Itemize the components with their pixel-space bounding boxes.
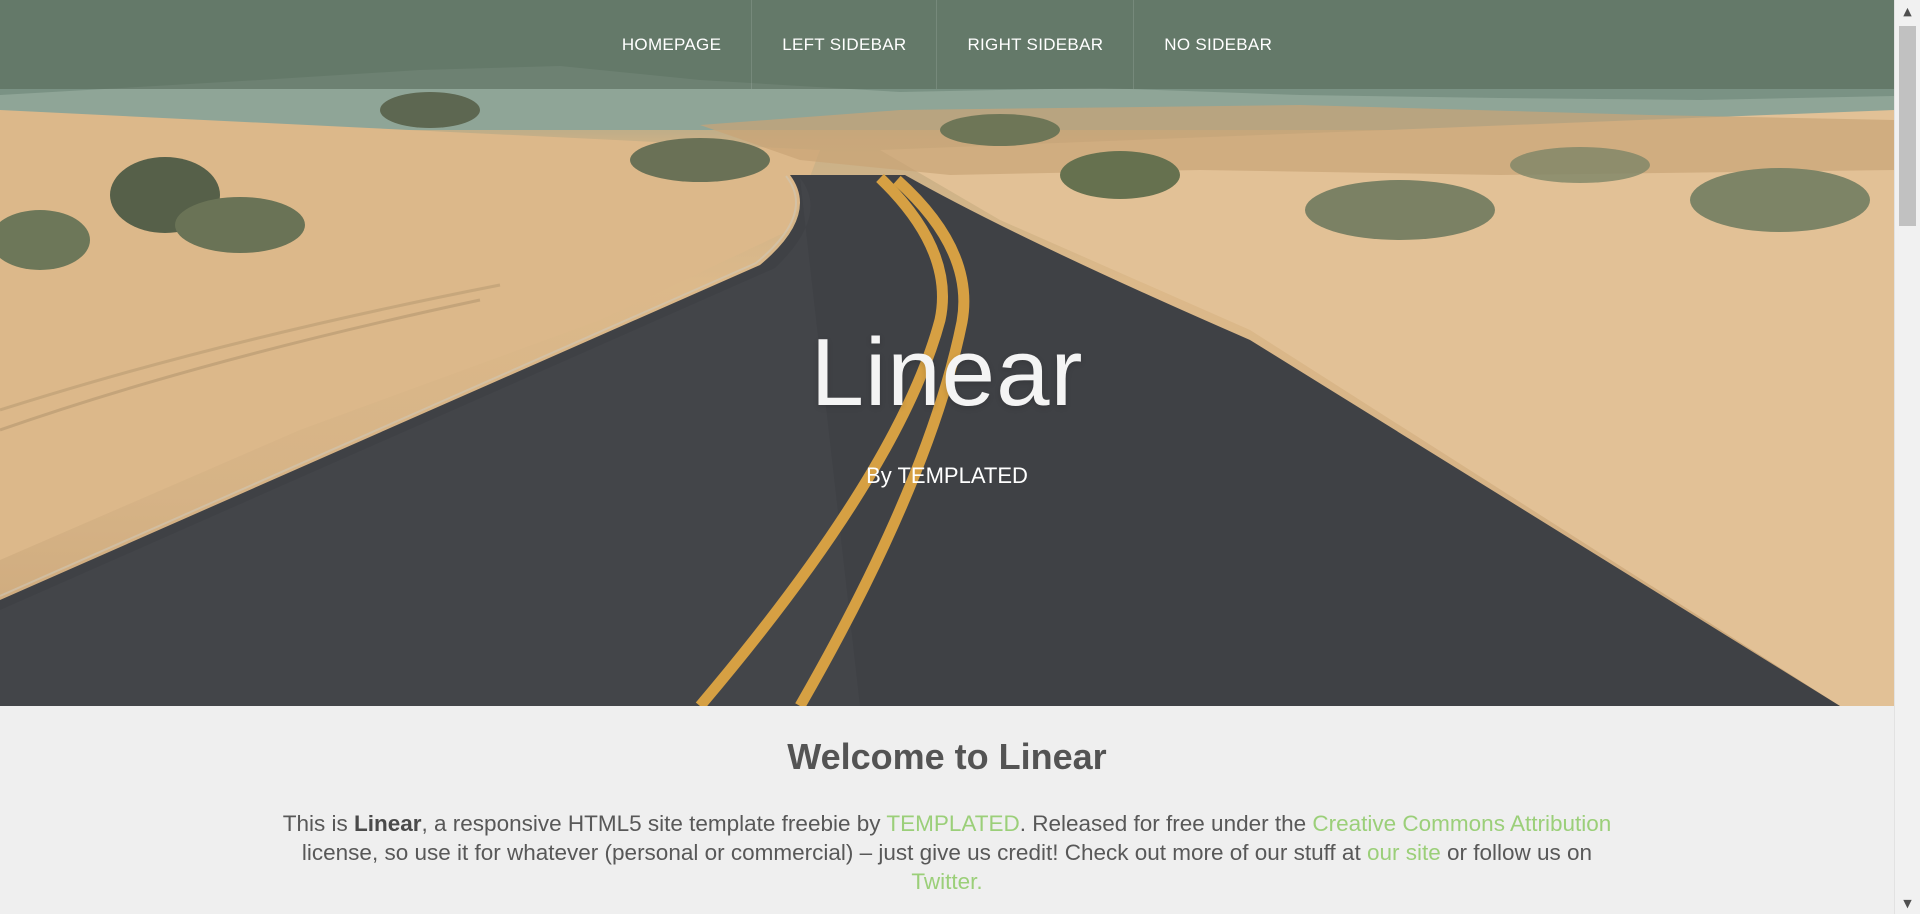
welcome-text-4: license, so use it for whatever (persona… bbox=[301, 840, 1367, 865]
welcome-text-3: . Released for free under the bbox=[1019, 811, 1313, 836]
welcome-section: Welcome to Linear This is Linear, a resp… bbox=[0, 706, 1894, 914]
hero-subtitle: By TEMPLATED bbox=[866, 463, 1028, 488]
link-license[interactable]: Creative Commons Attribution bbox=[1312, 811, 1611, 836]
hero-banner: HOMEPAGE LEFT SIDEBAR RIGHT SIDEBAR NO S… bbox=[0, 0, 1894, 706]
scrollbar-thumb[interactable] bbox=[1899, 26, 1916, 226]
welcome-text-2: , a responsive HTML5 site template freeb… bbox=[421, 811, 887, 836]
welcome-text-1: This is bbox=[282, 811, 354, 836]
nav-left-sidebar[interactable]: LEFT SIDEBAR bbox=[751, 0, 936, 89]
hero-title: Linear bbox=[810, 319, 1084, 426]
vertical-scrollbar[interactable]: ▲ ▼ bbox=[1894, 0, 1920, 914]
welcome-title: Welcome to Linear bbox=[787, 736, 1107, 777]
nav-homepage[interactable]: HOMEPAGE bbox=[592, 0, 751, 89]
welcome-paragraph: This is Linear, a responsive HTML5 site … bbox=[280, 809, 1614, 896]
scroll-down-arrow-icon[interactable]: ▼ bbox=[1895, 892, 1920, 914]
link-templated[interactable]: TEMPLATED bbox=[886, 811, 1019, 836]
welcome-text-5: or follow us on bbox=[1440, 840, 1593, 865]
brand-name: Linear bbox=[354, 811, 422, 836]
nav-no-sidebar[interactable]: NO SIDEBAR bbox=[1133, 0, 1302, 89]
link-our-site[interactable]: our site bbox=[1367, 840, 1441, 865]
link-twitter[interactable]: Twitter. bbox=[911, 869, 982, 894]
top-navigation: HOMEPAGE LEFT SIDEBAR RIGHT SIDEBAR NO S… bbox=[0, 0, 1894, 89]
nav-right-sidebar[interactable]: RIGHT SIDEBAR bbox=[936, 0, 1133, 89]
scroll-up-arrow-icon[interactable]: ▲ bbox=[1895, 0, 1920, 22]
page: HOMEPAGE LEFT SIDEBAR RIGHT SIDEBAR NO S… bbox=[0, 0, 1894, 914]
